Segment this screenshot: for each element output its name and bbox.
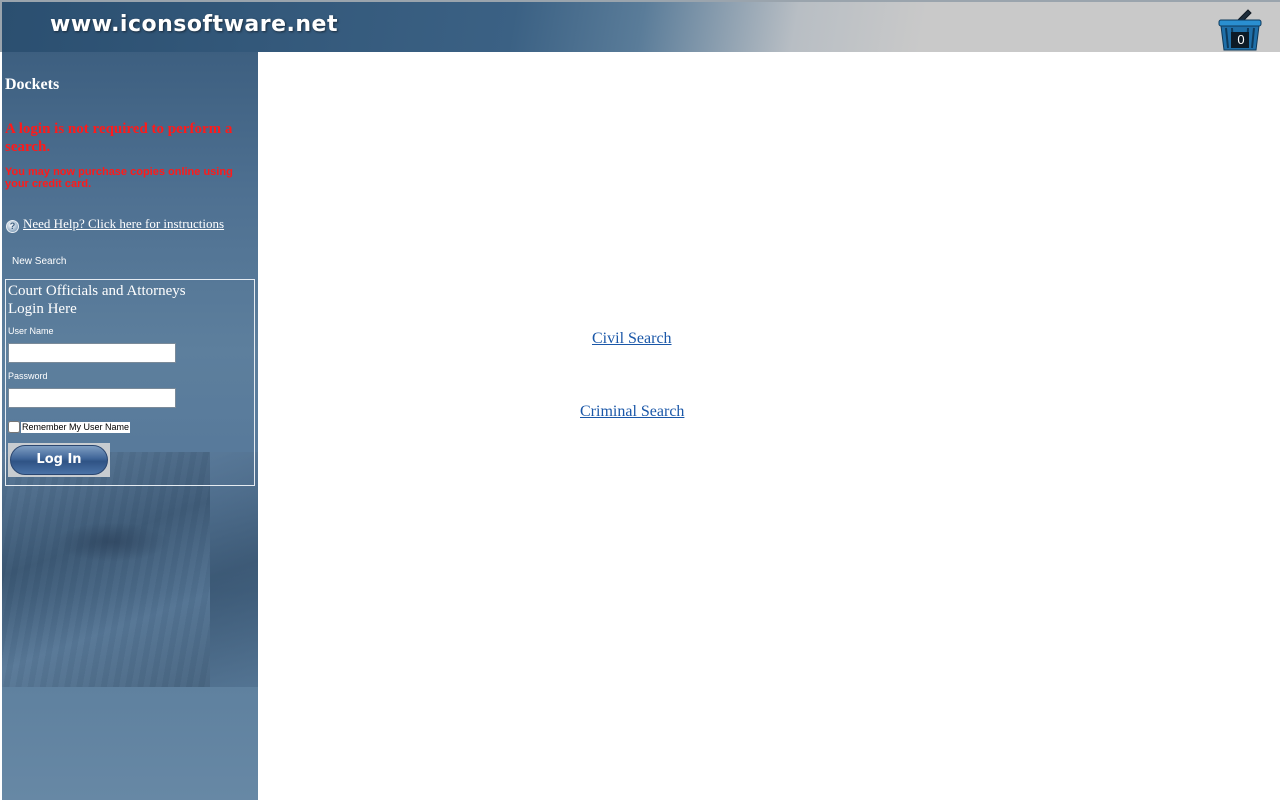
help-row: ? Need Help? Click here for instructions bbox=[6, 216, 224, 233]
username-label: User Name bbox=[8, 326, 54, 336]
login-title-line2: Login Here bbox=[8, 301, 77, 317]
help-circle-icon[interactable]: ? bbox=[6, 220, 19, 233]
civil-search-link[interactable]: Civil Search bbox=[592, 330, 672, 348]
login-button-frame: Log In bbox=[8, 443, 110, 477]
password-label: Password bbox=[8, 371, 48, 381]
username-field[interactable] bbox=[8, 343, 176, 363]
remember-username-checkbox[interactable] bbox=[8, 421, 20, 433]
criminal-search-link[interactable]: Criminal Search bbox=[580, 403, 684, 421]
login-button[interactable]: Log In bbox=[10, 445, 108, 475]
remember-username-label[interactable]: Remember My User Name bbox=[21, 421, 131, 433]
sidebar-bottom-band bbox=[2, 687, 258, 800]
sidebar-section-title: Dockets bbox=[5, 76, 60, 93]
password-field[interactable] bbox=[8, 388, 176, 408]
site-title[interactable]: www.iconsoftware.net bbox=[50, 12, 338, 37]
remember-row: Remember My User Name bbox=[8, 420, 131, 434]
gavel-background-image-edge bbox=[210, 452, 258, 687]
sidebar: Dockets A login is not required to perfo… bbox=[2, 52, 258, 800]
purchase-copies-notice: You may now purchase copies online using… bbox=[5, 166, 233, 190]
cart-count: 0 bbox=[1237, 32, 1245, 47]
gavel-background-image bbox=[2, 452, 210, 687]
login-not-required-notice: A login is not required to perform a sea… bbox=[5, 121, 233, 155]
login-panel: Court Officials and Attorneys Login Here… bbox=[5, 279, 255, 486]
new-search-link[interactable]: New Search bbox=[12, 256, 66, 267]
help-instructions-link[interactable]: Need Help? Click here for instructions bbox=[23, 216, 224, 231]
login-panel-title: Court Officials and Attorneys Login Here bbox=[8, 282, 248, 318]
cart-button[interactable]: 0 bbox=[1216, 8, 1264, 52]
login-title-line1: Court Officials and Attorneys bbox=[8, 283, 186, 299]
site-header: www.iconsoftware.net 0 bbox=[0, 0, 1280, 52]
